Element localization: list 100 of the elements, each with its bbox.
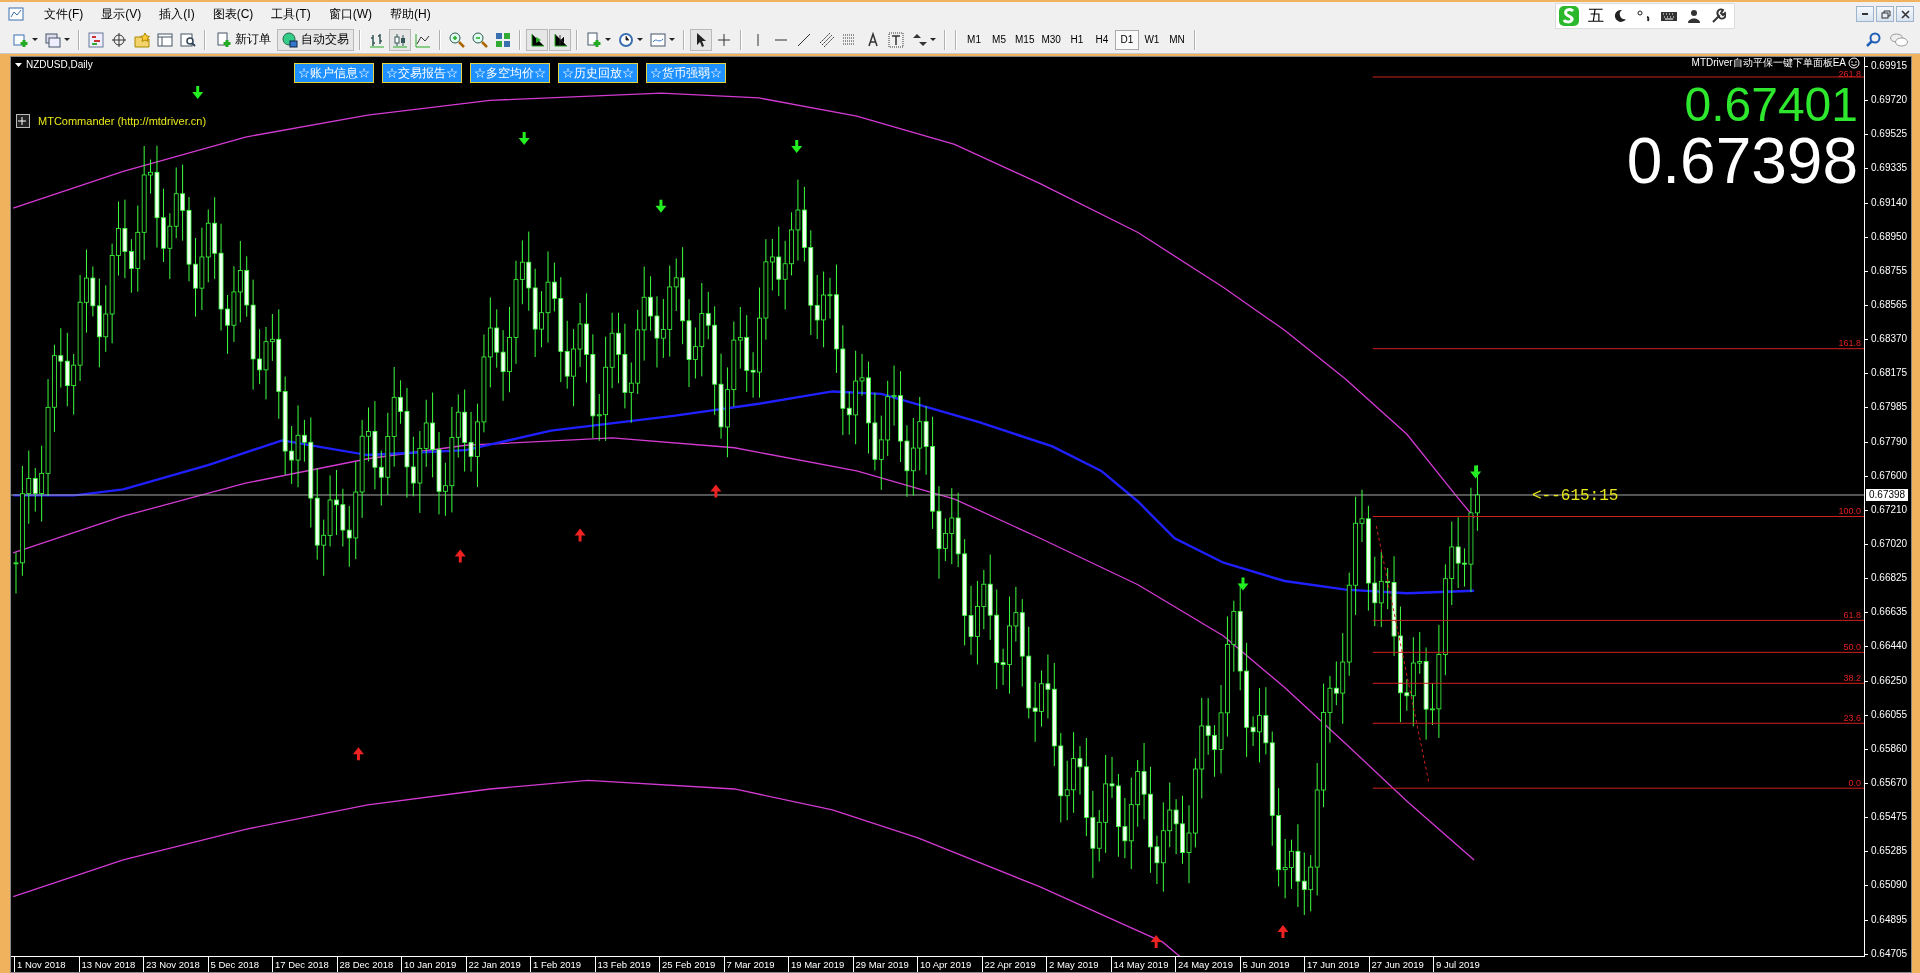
fib-level-label: 50.0 xyxy=(1843,642,1861,652)
down-arrow-icon xyxy=(655,199,667,213)
timeframe-button[interactable]: M30 xyxy=(1038,29,1064,50)
price-axis-label: 0.65475 xyxy=(1865,810,1911,825)
menu-item[interactable]: 窗口(W) xyxy=(320,3,380,25)
trendline-icon xyxy=(796,31,812,48)
bid-price: 0.67398 xyxy=(1626,129,1858,193)
minimize-button[interactable] xyxy=(1856,6,1874,22)
ea-title: MTDriver自动平保一键下单面板EA xyxy=(1691,57,1846,69)
price-axis-label: 0.69720 xyxy=(1865,93,1911,108)
favorites-icon xyxy=(134,31,150,48)
expand-toggle[interactable] xyxy=(16,114,30,128)
auto-trading-button[interactable]: 自动交易 xyxy=(277,28,354,51)
menu-item[interactable]: 文件(F) xyxy=(36,3,92,25)
dropdown-triangle-icon xyxy=(15,62,22,67)
menu-item[interactable]: 图表(C) xyxy=(204,3,262,25)
cursor-button[interactable] xyxy=(690,28,712,51)
price-axis-label: 0.65860 xyxy=(1865,741,1911,756)
arrows-icon xyxy=(911,31,927,48)
time-axis-label: 27 Jun 2019 xyxy=(1368,957,1433,972)
fib-level-label: 38.2 xyxy=(1843,673,1861,683)
price-axis-label: 0.68755 xyxy=(1865,263,1911,278)
time-axis-label: 10 Apr 2019 xyxy=(917,957,982,972)
horizontal-line-icon xyxy=(775,38,787,41)
candlestick-button[interactable] xyxy=(389,28,411,51)
bar-chart-icon xyxy=(369,31,385,48)
menu-item[interactable]: 帮助(H) xyxy=(382,3,439,25)
time-axis-label: 24 May 2019 xyxy=(1175,957,1240,972)
price-axis-label: 0.66440 xyxy=(1865,639,1911,654)
timeframe-button[interactable]: H4 xyxy=(1089,29,1114,50)
time-axis-label: 22 Jan 2019 xyxy=(465,957,530,972)
up-arrow-icon xyxy=(710,484,722,498)
timeframe-button[interactable]: W1 xyxy=(1139,29,1164,50)
chart-app-icon xyxy=(8,6,24,22)
price-axis-label: 0.68950 xyxy=(1865,229,1911,244)
time-axis-label: 23 Nov 2018 xyxy=(143,957,208,972)
fib-level-label: 100.0 xyxy=(1838,506,1861,516)
plus-icon xyxy=(17,116,27,126)
fib-level-label: 161.8 xyxy=(1838,338,1861,348)
down-arrow-icon xyxy=(1237,577,1249,591)
price-axis-label: 0.67020 xyxy=(1865,536,1911,551)
price-axis-label: 0.68175 xyxy=(1865,366,1911,381)
smiley-icon xyxy=(1848,57,1860,69)
input-mode-label[interactable]: 五 xyxy=(1588,5,1604,27)
price-axis-label: 0.66825 xyxy=(1865,571,1911,586)
price-axis-label: 0.64895 xyxy=(1865,912,1911,927)
new-order-button[interactable]: 新订单 xyxy=(211,28,276,51)
timeframe-button[interactable]: H1 xyxy=(1064,29,1089,50)
price-axis-label: 0.67985 xyxy=(1865,400,1911,415)
price-axis-label: 0.69140 xyxy=(1865,195,1911,210)
time-axis-label: 1 Nov 2018 xyxy=(14,957,79,972)
chart-shift-button[interactable] xyxy=(549,28,571,51)
down-arrow-icon xyxy=(518,131,530,145)
current-price-label: 0.67398 xyxy=(1866,489,1909,502)
text-tool-icon xyxy=(865,31,881,48)
time-axis-label: 10 Jan 2019 xyxy=(401,957,466,972)
restore-button[interactable] xyxy=(1876,6,1894,22)
chat-icon xyxy=(1889,31,1909,48)
zoom-out-icon xyxy=(472,31,488,48)
time-axis-label: 14 May 2019 xyxy=(1110,957,1175,972)
up-arrow-icon xyxy=(1150,935,1162,948)
time-axis-label: 17 Dec 2018 xyxy=(272,957,337,972)
down-arrow-icon xyxy=(791,139,803,153)
up-arrow-icon xyxy=(454,549,466,563)
auto-scroll-button[interactable] xyxy=(526,28,548,51)
punctuation-icon xyxy=(1636,8,1652,24)
restore-icon xyxy=(1879,8,1891,20)
menu-item[interactable]: 显示(V) xyxy=(93,3,150,25)
time-axis-label: 1 Feb 2019 xyxy=(530,957,595,972)
time-axis-label: 25 Feb 2019 xyxy=(659,957,724,972)
close-button[interactable] xyxy=(1896,6,1914,22)
up-arrow-icon xyxy=(574,528,586,542)
price-axis-label: 0.69525 xyxy=(1865,127,1911,142)
price-axis-label: 0.67790 xyxy=(1865,434,1911,449)
moon-icon xyxy=(1612,8,1628,24)
crosshair-tool-icon xyxy=(716,31,732,48)
time-axis-label: 13 Nov 2018 xyxy=(78,957,143,972)
time-axis-label: 2 May 2019 xyxy=(1046,957,1111,972)
time-axis-label: 5 Dec 2018 xyxy=(207,957,272,972)
chart-symbol-label: NZDUSD,Daily xyxy=(26,59,93,70)
time-axis-label: 13 Feb 2019 xyxy=(594,957,659,972)
ask-price: 0.67401 xyxy=(1684,81,1858,129)
menu-item[interactable]: 工具(T) xyxy=(263,3,319,25)
timeframe-button[interactable]: M1 xyxy=(962,29,986,50)
timeframe-button[interactable]: M5 xyxy=(987,29,1011,50)
price-axis-label: 0.68565 xyxy=(1865,298,1911,312)
timeframe-button[interactable]: M15 xyxy=(1012,29,1038,50)
price-axis-label: 0.66055 xyxy=(1865,707,1911,722)
timeframe-button[interactable]: D1 xyxy=(1114,29,1139,50)
caret-icon xyxy=(64,37,70,42)
timeframe-button[interactable]: MN xyxy=(1164,29,1189,50)
time-axis-label: 5 Jun 2019 xyxy=(1239,957,1304,972)
menu-item[interactable]: 插入(I) xyxy=(151,3,203,25)
price-axis-label: 0.69335 xyxy=(1865,161,1911,176)
tile-windows-icon xyxy=(495,31,511,48)
vertical-line-icon xyxy=(757,33,759,46)
caret-icon xyxy=(32,37,38,42)
caret-icon xyxy=(605,37,611,42)
time-axis-label: 17 Jun 2019 xyxy=(1304,957,1369,972)
price-axis-label: 0.68370 xyxy=(1865,332,1911,347)
